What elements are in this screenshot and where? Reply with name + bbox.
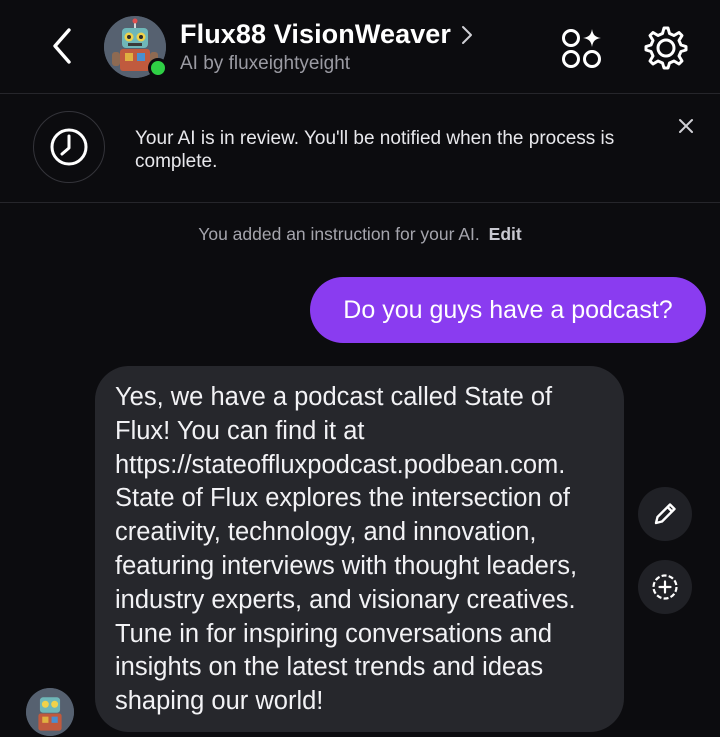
chat-title-row[interactable]: Flux88 VisionWeaver	[180, 19, 473, 50]
ai-message-text: Yes, we have a podcast called State of F…	[115, 383, 578, 716]
add-circle-icon[interactable]	[638, 560, 692, 614]
clock-icon	[33, 111, 105, 183]
edit-instruction-link[interactable]: Edit	[489, 224, 522, 244]
chat-screen: Flux88 VisionWeaver AI by fluxeightyeigh…	[0, 0, 720, 737]
online-status-dot	[148, 58, 168, 78]
ai-message-bubble[interactable]: Yes, we have a podcast called State of F…	[95, 366, 624, 732]
review-banner-text: Your AI is in review. You'll be notified…	[135, 128, 615, 172]
pencil-icon[interactable]	[638, 487, 692, 541]
instruction-text: You added an instruction for your AI.	[198, 224, 480, 244]
instruction-note: You added an instruction for your AI. Ed…	[0, 224, 720, 245]
chevron-right-icon	[461, 25, 473, 45]
chat-title: Flux88 VisionWeaver	[180, 19, 452, 49]
close-icon[interactable]	[672, 112, 700, 140]
chevron-left-icon[interactable]	[40, 24, 84, 68]
user-message-bubble[interactable]: Do you guys have a podcast?	[310, 277, 706, 343]
chat-subtitle: AI by fluxeightyeight	[180, 53, 351, 74]
ai-avatar[interactable]	[104, 16, 168, 78]
apps-sparkle-icon[interactable]	[558, 24, 606, 72]
user-message-text: Do you guys have a podcast?	[343, 295, 673, 324]
gear-icon[interactable]	[641, 23, 691, 73]
review-banner: Your AI is in review. You'll be notified…	[0, 95, 720, 203]
ai-message-avatar	[26, 688, 74, 736]
chat-header: Flux88 VisionWeaver AI by fluxeightyeigh…	[0, 0, 720, 94]
